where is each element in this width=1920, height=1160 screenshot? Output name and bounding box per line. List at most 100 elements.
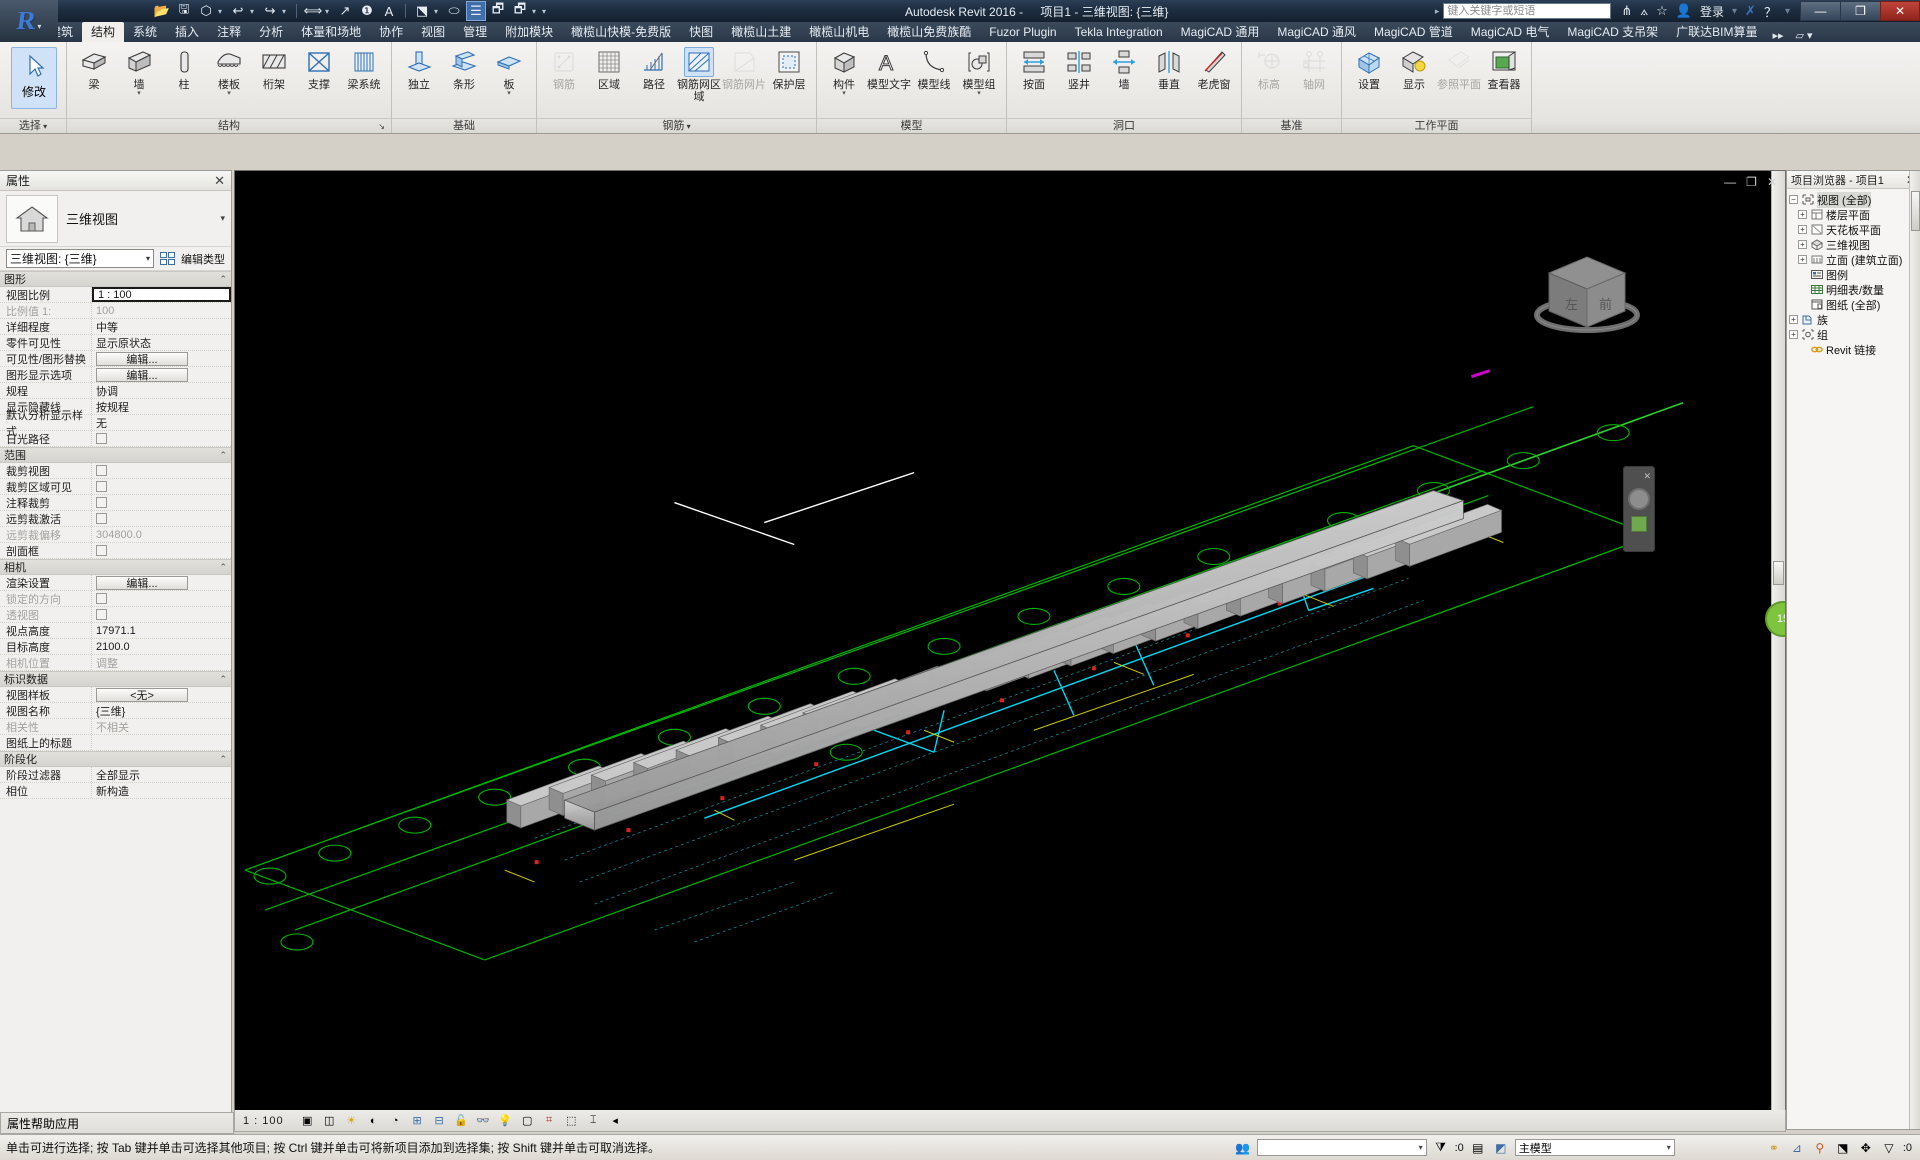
property-value[interactable]: 显示原状态: [92, 335, 231, 350]
tool-model-text[interactable]: A 模型文字: [867, 45, 911, 92]
vscroll-thumb[interactable]: [1773, 561, 1784, 585]
viewport-vertical-scrollbar[interactable]: [1771, 171, 1785, 1129]
satellite-icon[interactable]: ⟑: [1640, 3, 1648, 19]
drag-elements-icon[interactable]: ✥: [1857, 1139, 1875, 1157]
ribbon-tabs-overflow-icon[interactable]: ▸▸: [1766, 29, 1789, 42]
browser-node-5[interactable]: 图例: [1789, 267, 1918, 282]
undo-icon[interactable]: ↩: [228, 1, 248, 21]
ribbon-tab-3[interactable]: 插入: [166, 22, 208, 42]
unlock-3d-view-icon[interactable]: 🔓: [453, 1113, 470, 1129]
ribbon-tab-19[interactable]: MagiCAD 通风: [1268, 22, 1365, 42]
property-value[interactable]: 2100.0: [92, 639, 231, 654]
tool-cover[interactable]: 保护层: [767, 45, 811, 91]
star-icon[interactable]: ☆: [1656, 3, 1668, 19]
ribbon-tab-8[interactable]: 视图: [412, 22, 454, 42]
view-control-overflow-icon[interactable]: ◂: [607, 1113, 624, 1129]
ribbon-tab-16[interactable]: Fuzor Plugin: [980, 22, 1065, 42]
ribbon-tab-14[interactable]: 橄榄山机电: [800, 22, 878, 42]
tree-expander-icon[interactable]: −: [1789, 195, 1798, 204]
close-button[interactable]: ✕: [1880, 1, 1920, 21]
property-checkbox[interactable]: [96, 465, 107, 476]
property-value[interactable]: 编辑...: [92, 351, 231, 366]
property-edit-button[interactable]: 编辑...: [96, 351, 188, 366]
section-icon[interactable]: ⬭: [444, 1, 464, 21]
property-edit-button[interactable]: <无>: [96, 687, 188, 702]
browser-node-6[interactable]: 明细表/数量: [1789, 282, 1918, 297]
steering-wheel-icon[interactable]: [1628, 488, 1650, 510]
tool-caret-icon[interactable]: ▾: [842, 90, 846, 97]
property-checkbox[interactable]: [96, 513, 107, 524]
property-value[interactable]: [92, 463, 231, 478]
design-options-icon[interactable]: ▤: [1469, 1139, 1487, 1157]
tool-cursor[interactable]: 修改: [11, 47, 57, 109]
tool-fabric-area[interactable]: 钢筋网区域: [677, 45, 721, 103]
tool-by-face-opening[interactable]: 按面: [1012, 45, 1056, 91]
property-edit-button[interactable]: 编辑...: [96, 367, 188, 382]
ribbon-tab-6[interactable]: 体量和场地: [292, 22, 370, 42]
tool-set-workplane[interactable]: 设置: [1347, 45, 1391, 91]
minimize-button[interactable]: —: [1800, 1, 1840, 21]
worksets-icon[interactable]: 👥: [1234, 1139, 1252, 1157]
default-3d-view-icon[interactable]: ⬔: [412, 1, 432, 21]
customize-qat-icon[interactable]: ▾: [542, 7, 550, 16]
analytical-model-icon[interactable]: ⌗: [541, 1113, 558, 1129]
tool-caret-icon[interactable]: ▾: [977, 90, 981, 97]
text-icon[interactable]: A: [379, 1, 399, 21]
close-hidden-windows-icon[interactable]: 🗗: [488, 1, 508, 21]
view-cube[interactable]: 左 前: [1527, 243, 1647, 353]
panel-dropdown-icon[interactable]: ▾: [41, 122, 47, 131]
close-icon[interactable]: ✕: [214, 173, 225, 189]
ribbon-tab-4[interactable]: 注释: [208, 22, 250, 42]
property-group-阶段化[interactable]: 阶段化 ⌃: [0, 751, 231, 767]
property-value[interactable]: {三维}: [92, 703, 231, 718]
ribbon-tab-2[interactable]: 系统: [124, 22, 166, 42]
panel-dropdown-icon[interactable]: ▾: [684, 122, 691, 131]
chevron-down-icon[interactable]: ▾: [146, 254, 150, 263]
filter-selection-icon[interactable]: ▽: [1880, 1139, 1898, 1157]
application-menu-button[interactable]: R ▾: [0, 0, 58, 42]
sun-path-icon[interactable]: ☀: [343, 1113, 360, 1129]
select-pinned-icon[interactable]: ⚲: [1811, 1139, 1829, 1157]
tool-beam[interactable]: 梁: [72, 45, 116, 91]
property-value[interactable]: 新构造: [92, 783, 231, 798]
edit-type-button[interactable]: 编辑类型: [181, 251, 225, 267]
ribbon-tab-9[interactable]: 管理: [454, 22, 496, 42]
property-value[interactable]: [92, 495, 231, 510]
steering-wheel-close-icon[interactable]: ✕: [1643, 471, 1651, 482]
exclude-options-icon[interactable]: ◩: [1492, 1139, 1510, 1157]
property-value[interactable]: 1 : 100: [92, 287, 231, 302]
tool-vertical-opening[interactable]: 垂直: [1147, 45, 1191, 91]
property-value[interactable]: 100: [92, 303, 231, 318]
property-value[interactable]: [92, 735, 231, 750]
ribbon-tab-5[interactable]: 分析: [250, 22, 292, 42]
property-value[interactable]: 按规程: [92, 399, 231, 414]
property-group-范围[interactable]: 范围 ⌃: [0, 447, 231, 463]
tool-model-group[interactable]: 模型组 ▾: [957, 45, 1001, 97]
3dview-caret-icon[interactable]: ▾: [434, 7, 442, 16]
measure-caret-icon[interactable]: ▾: [325, 7, 333, 16]
search-input[interactable]: 键入关键字或短语: [1443, 3, 1612, 19]
login-label[interactable]: 登录: [1700, 3, 1724, 20]
panel-dialog-launcher-icon[interactable]: ↘: [378, 119, 385, 134]
tree-expander-icon[interactable]: +: [1798, 255, 1807, 264]
ribbon-tab-17[interactable]: Tekla Integration: [1066, 22, 1172, 42]
ribbon-tab-23[interactable]: 广联达BIM算量: [1667, 22, 1766, 42]
shadows-icon[interactable]: ◐: [365, 1113, 382, 1129]
property-value[interactable]: 编辑...: [92, 367, 231, 382]
align-dimension-icon[interactable]: ↗: [335, 1, 355, 21]
render-dialog-icon[interactable]: ◔: [387, 1113, 404, 1129]
switch-caret-icon[interactable]: ▾: [532, 7, 540, 16]
properties-help-link[interactable]: 属性帮助: [7, 1115, 55, 1132]
property-value[interactable]: 编辑...: [92, 575, 231, 590]
tool-shaft-opening[interactable]: 竖井: [1057, 45, 1101, 91]
browser-node-0[interactable]: − 视图 (全部): [1789, 191, 1918, 208]
redo-caret-icon[interactable]: ▾: [282, 7, 290, 16]
tool-show-workplane[interactable]: 显示: [1392, 45, 1436, 91]
help-caret-icon[interactable]: ▾: [1785, 6, 1790, 17]
design-option-selector[interactable]: 主模型 ▾: [1514, 1139, 1675, 1156]
tool-wall-foundation[interactable]: 条形: [442, 45, 486, 91]
tool-wall[interactable]: 墙 ▾: [117, 45, 161, 97]
property-checkbox[interactable]: [96, 497, 107, 508]
select-links-icon[interactable]: ⚭: [1765, 1139, 1783, 1157]
chevron-up-icon[interactable]: ⌃: [219, 274, 227, 285]
